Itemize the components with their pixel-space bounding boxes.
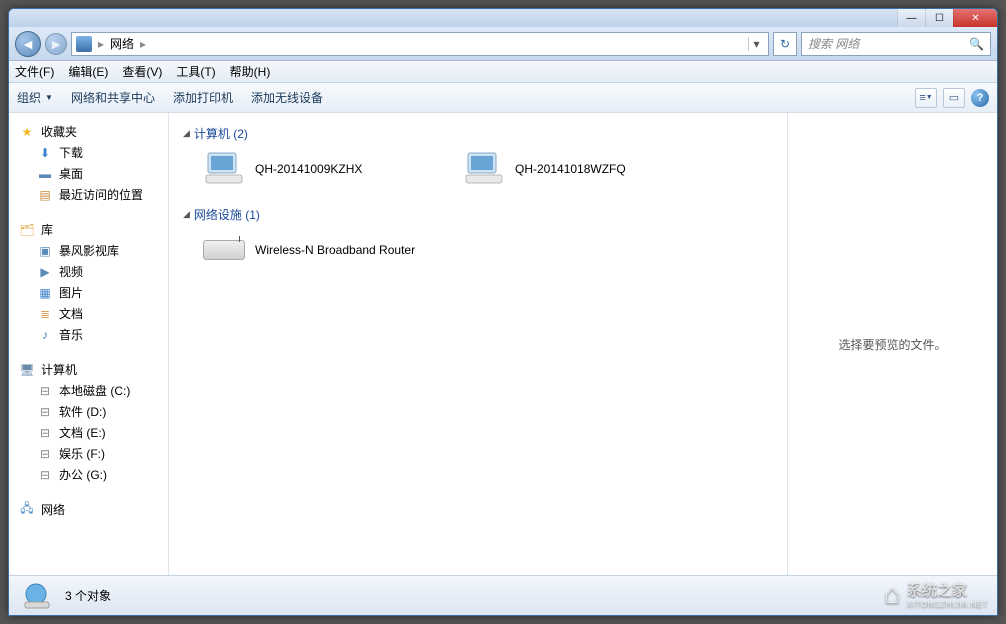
body: ★收藏夹 ⬇下载 ▬桌面 ▤最近访问的位置 🗂库 ▣暴风影视库 ▶视频 ▦图片 … xyxy=(9,113,997,575)
item-label: Wireless-N Broadband Router xyxy=(255,243,415,257)
menubar: 文件(F) 编辑(E) 查看(V) 工具(T) 帮助(H) xyxy=(9,61,997,83)
network-icon xyxy=(19,580,53,612)
search-placeholder: 搜索 网络 xyxy=(808,35,859,52)
maximize-button[interactable]: ☐ xyxy=(925,9,953,27)
drive-icon: ⊟ xyxy=(37,426,53,440)
desktop-icon: ▬ xyxy=(37,167,53,181)
drive-icon: ⊟ xyxy=(37,405,53,419)
view-options-button[interactable]: ≡ ▼ xyxy=(915,88,937,108)
music-icon: ♪ xyxy=(37,328,53,342)
search-input[interactable]: 搜索 网络 🔍 xyxy=(801,32,991,56)
address-bar[interactable]: ▸ 网络 ▸ ▾ xyxy=(71,32,769,56)
drive-icon: ⊟ xyxy=(37,468,53,482)
navbar: ◄ ► ▸ 网络 ▸ ▾ ↻ 搜索 网络 🔍 xyxy=(9,27,997,61)
address-dropdown-icon[interactable]: ▾ xyxy=(748,37,764,51)
titlebar: — ☐ ✕ xyxy=(9,9,997,27)
network-computer-item[interactable]: QH-20141018WZFQ xyxy=(463,150,683,188)
recent-icon: ▤ xyxy=(37,188,53,202)
sidebar-item-drive-f[interactable]: ⊟娱乐 (F:) xyxy=(9,443,168,464)
content-pane[interactable]: ◢ 计算机 (2) QH-20141009KZHX QH-20141018WZF… xyxy=(169,113,787,575)
sidebar-computer[interactable]: 🖥计算机 xyxy=(9,359,168,380)
drive-icon: ⊟ xyxy=(37,384,53,398)
picture-icon: ▦ xyxy=(37,286,53,300)
statusbar: 3 个对象 xyxy=(9,575,997,615)
collapse-icon: ◢ xyxy=(183,209,190,220)
refresh-button[interactable]: ↻ xyxy=(773,32,797,56)
sidebar: ★收藏夹 ⬇下载 ▬桌面 ▤最近访问的位置 🗂库 ▣暴风影视库 ▶视频 ▦图片 … xyxy=(9,113,169,575)
back-button[interactable]: ◄ xyxy=(15,31,41,57)
explorer-window: — ☐ ✕ ◄ ► ▸ 网络 ▸ ▾ ↻ 搜索 网络 🔍 文件(F) 编辑(E)… xyxy=(8,8,998,616)
document-icon: ≣ xyxy=(37,307,53,321)
video-icon: ▶ xyxy=(37,265,53,279)
computer-icon: 🖥 xyxy=(19,363,35,377)
toolbar-network-center[interactable]: 网络和共享中心 xyxy=(71,89,155,106)
breadcrumb-item[interactable]: 网络 xyxy=(110,35,134,52)
menu-tools[interactable]: 工具(T) xyxy=(176,63,215,80)
media-icon: ▣ xyxy=(37,244,53,258)
computer-icon xyxy=(463,150,505,188)
breadcrumb-separator-icon: ▸ xyxy=(140,37,146,51)
preview-pane-button[interactable]: ▭ xyxy=(943,88,965,108)
menu-file[interactable]: 文件(F) xyxy=(15,63,54,80)
sidebar-item-pictures[interactable]: ▦图片 xyxy=(9,282,168,303)
drive-icon: ⊟ xyxy=(37,447,53,461)
minimize-button[interactable]: — xyxy=(897,9,925,27)
sidebar-item-drive-g[interactable]: ⊟办公 (G:) xyxy=(9,464,168,485)
sidebar-item-documents[interactable]: ≣文档 xyxy=(9,303,168,324)
computer-icon xyxy=(203,150,245,188)
toolbar-add-printer[interactable]: 添加打印机 xyxy=(173,89,233,106)
toolbar-add-wireless[interactable]: 添加无线设备 xyxy=(251,89,323,106)
sidebar-item-recent[interactable]: ▤最近访问的位置 xyxy=(9,184,168,205)
sidebar-libraries[interactable]: 🗂库 xyxy=(9,219,168,240)
toolbar: 组织 ▼ 网络和共享中心 添加打印机 添加无线设备 ≡ ▼ ▭ ? xyxy=(9,83,997,113)
sidebar-item-drive-e[interactable]: ⊟文档 (E:) xyxy=(9,422,168,443)
sidebar-item-drive-d[interactable]: ⊟软件 (D:) xyxy=(9,401,168,422)
menu-help[interactable]: 帮助(H) xyxy=(230,63,271,80)
watermark: ⌂ 系统之家 XITONGZHIJIA.NET xyxy=(884,578,988,610)
sidebar-favorites[interactable]: ★收藏夹 xyxy=(9,121,168,142)
library-icon: 🗂 xyxy=(19,223,35,237)
forward-button[interactable]: ► xyxy=(45,33,67,55)
sidebar-item-videos[interactable]: ▶视频 xyxy=(9,261,168,282)
menu-view[interactable]: 查看(V) xyxy=(122,63,162,80)
status-text: 3 个对象 xyxy=(65,587,111,604)
organize-button[interactable]: 组织 ▼ xyxy=(17,89,53,106)
network-icon: 🖧 xyxy=(19,503,35,517)
sidebar-item-downloads[interactable]: ⬇下载 xyxy=(9,142,168,163)
close-button[interactable]: ✕ xyxy=(953,9,997,27)
collapse-icon: ◢ xyxy=(183,128,190,139)
network-computer-item[interactable]: QH-20141009KZHX xyxy=(203,150,423,188)
star-icon: ★ xyxy=(19,125,35,139)
help-icon[interactable]: ? xyxy=(971,89,989,107)
item-label: QH-20141009KZHX xyxy=(255,162,362,176)
group-header-computers[interactable]: ◢ 计算机 (2) xyxy=(183,125,773,142)
sidebar-item-storm[interactable]: ▣暴风影视库 xyxy=(9,240,168,261)
preview-pane: 选择要预览的文件。 xyxy=(787,113,997,575)
item-label: QH-20141018WZFQ xyxy=(515,162,626,176)
sidebar-item-drive-c[interactable]: ⊟本地磁盘 (C:) xyxy=(9,380,168,401)
menu-edit[interactable]: 编辑(E) xyxy=(68,63,108,80)
download-icon: ⬇ xyxy=(37,146,53,160)
preview-placeholder: 选择要预览的文件。 xyxy=(838,336,946,353)
sidebar-item-desktop[interactable]: ▬桌面 xyxy=(9,163,168,184)
network-device-item[interactable]: Wireless-N Broadband Router xyxy=(203,231,423,269)
search-icon: 🔍 xyxy=(969,37,984,51)
house-icon: ⌂ xyxy=(884,578,901,610)
group-header-devices[interactable]: ◢ 网络设施 (1) xyxy=(183,206,773,223)
sidebar-item-music[interactable]: ♪音乐 xyxy=(9,324,168,345)
sidebar-network[interactable]: 🖧网络 xyxy=(9,499,168,520)
breadcrumb-separator-icon: ▸ xyxy=(98,37,104,51)
router-icon xyxy=(203,231,245,269)
network-location-icon xyxy=(76,36,92,52)
